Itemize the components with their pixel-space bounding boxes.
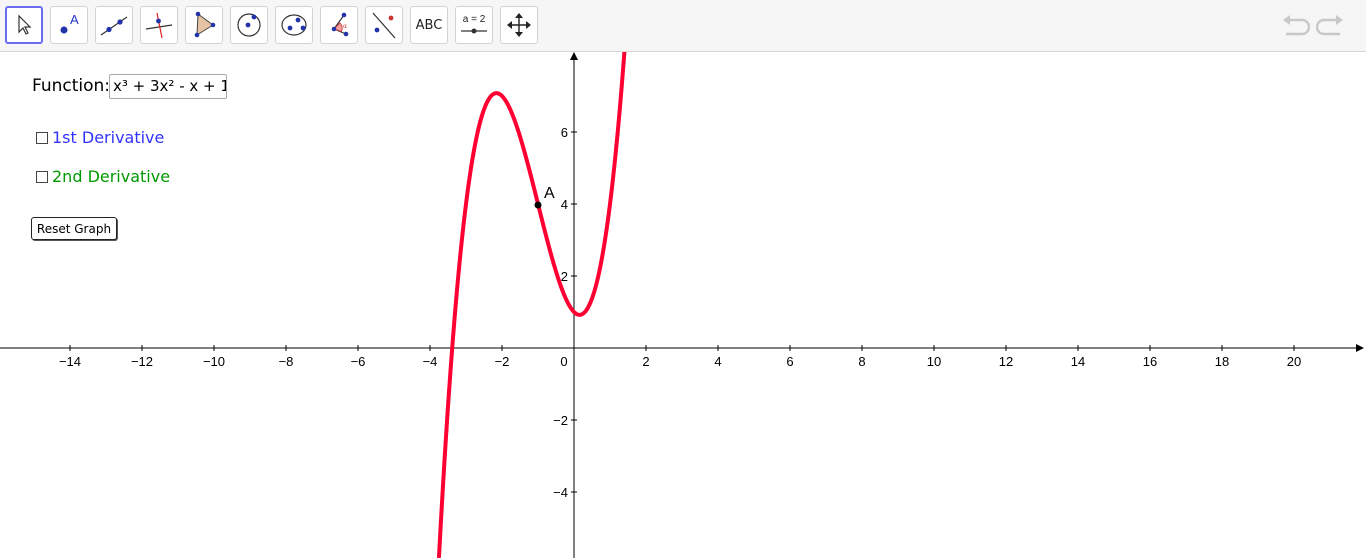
- x-tick-label: −14: [59, 354, 81, 369]
- reflect-tool-button[interactable]: [365, 6, 403, 44]
- checkbox-box[interactable]: [36, 131, 48, 144]
- angle-tool-button[interactable]: α: [320, 6, 358, 44]
- x-tick-label: −6: [351, 354, 366, 369]
- function-curve[interactable]: [437, 52, 627, 558]
- x-tick-label: 6: [786, 354, 793, 369]
- point-a[interactable]: [534, 201, 542, 209]
- text-icon: ABC: [415, 17, 443, 33]
- y-tick-label: −4: [553, 485, 568, 500]
- checkbox-box[interactable]: [36, 170, 48, 183]
- redo-button[interactable]: [1316, 12, 1346, 42]
- polygon-icon: [194, 11, 216, 38]
- circle-icon: [237, 13, 261, 37]
- ellipse-icon: [281, 14, 307, 36]
- x-ticks: −14 −12 −10 −8 −6 −4 −2 0 2 4 6 8 10 12 14 16 18 20: [59, 345, 1301, 369]
- toolbar: A α ABC a = 2: [0, 0, 1366, 52]
- slider-icon: a = 2: [461, 14, 487, 34]
- reset-graph-button[interactable]: Reset Graph: [31, 217, 117, 240]
- point-a-label: A: [544, 185, 555, 202]
- point-tool-button[interactable]: A: [50, 6, 88, 44]
- circle-tool-button[interactable]: [230, 6, 268, 44]
- graphics-view[interactable]: −14 −12 −10 −8 −6 −4 −2 0 2 4 6 8 10 12 14 16 18 20 6 4 2 −2…: [0, 52, 1366, 558]
- second-derivative-label: 2nd Derivative: [52, 167, 171, 186]
- axes: [0, 52, 1364, 558]
- x-tick-label: 18: [1215, 354, 1229, 369]
- y-tick-label: −2: [553, 413, 568, 428]
- x-tick-label: −4: [423, 354, 438, 369]
- cursor-arrow-icon: [18, 14, 32, 35]
- x-tick-label: 8: [858, 354, 865, 369]
- x-tick-label: 20: [1287, 354, 1301, 369]
- x-tick-label: −10: [203, 354, 225, 369]
- y-tick-label: 6: [561, 125, 568, 140]
- y-axis-arrow: [570, 52, 578, 60]
- slider-tool-button[interactable]: a = 2: [455, 6, 493, 44]
- perpendicular-tool-button[interactable]: [140, 6, 178, 44]
- redo-icon: [1316, 15, 1343, 36]
- x-tick-label: 0: [560, 354, 567, 369]
- second-derivative-checkbox[interactable]: 2nd Derivative: [36, 167, 170, 186]
- perpendicular-line-icon: [145, 12, 173, 39]
- ellipse-tool-button[interactable]: [275, 6, 313, 44]
- undo-icon: [1283, 15, 1310, 36]
- svg-text:a = 2: a = 2: [463, 14, 486, 25]
- x-tick-label: −8: [279, 354, 294, 369]
- point-icon: A: [60, 12, 79, 34]
- x-tick-label: 10: [927, 354, 941, 369]
- line-icon: [100, 16, 128, 36]
- reflect-icon: [372, 12, 396, 39]
- angle-icon: α: [331, 12, 349, 37]
- text-tool-button[interactable]: ABC: [410, 6, 448, 44]
- x-tick-label: 14: [1071, 354, 1085, 369]
- y-tick-label: 2: [561, 269, 568, 284]
- move-arrows-icon: [507, 13, 531, 37]
- x-tick-label: −2: [495, 354, 510, 369]
- x-tick-label: 16: [1143, 354, 1157, 369]
- move-graphics-tool-button[interactable]: [500, 6, 538, 44]
- undo-button[interactable]: [1280, 12, 1310, 42]
- line-tool-button[interactable]: [95, 6, 133, 44]
- x-tick-label: 4: [714, 354, 721, 369]
- function-label: Function:: [32, 76, 111, 96]
- x-tick-label: 2: [642, 354, 649, 369]
- x-axis-arrow: [1356, 344, 1364, 352]
- move-tool-button[interactable]: [5, 6, 43, 44]
- polygon-tool-button[interactable]: [185, 6, 223, 44]
- first-derivative-label: 1st Derivative: [52, 128, 165, 147]
- x-tick-label: −12: [131, 354, 153, 369]
- y-tick-label: 4: [561, 197, 568, 212]
- first-derivative-checkbox[interactable]: 1st Derivative: [36, 128, 164, 147]
- function-input[interactable]: x³ + 3x² - x + 1: [109, 74, 227, 99]
- svg-text:A: A: [70, 12, 79, 27]
- x-tick-label: 12: [999, 354, 1013, 369]
- svg-text:α: α: [343, 23, 347, 30]
